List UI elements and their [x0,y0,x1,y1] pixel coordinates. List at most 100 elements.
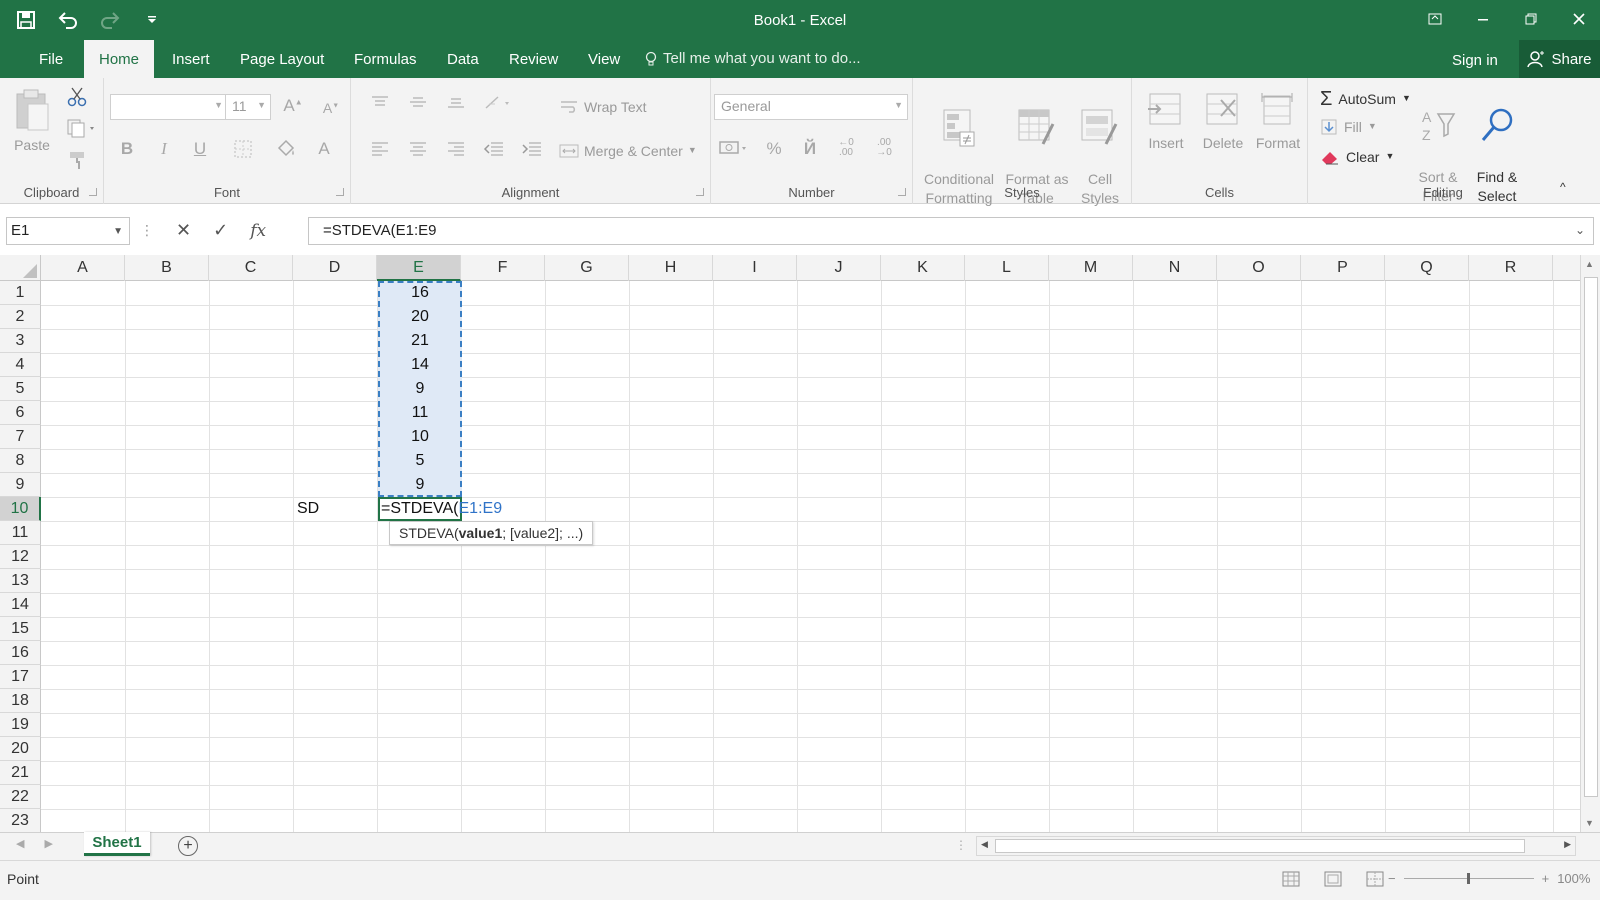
underline-button[interactable]: U [187,139,213,159]
confirm-entry-icon[interactable]: ✓ [213,220,228,241]
zoom-slider[interactable] [1403,873,1534,884]
zoom-out-icon[interactable]: − [1388,871,1396,886]
align-center-icon[interactable] [405,140,431,161]
borders-icon[interactable] [231,140,257,163]
zoom-in-icon[interactable]: + [1542,871,1550,886]
tab-view[interactable]: View [573,40,635,78]
cell-e5[interactable]: 9 [378,377,462,401]
row-header[interactable]: 23 [0,809,41,832]
font-launcher-icon[interactable] [336,188,344,196]
cell-e7[interactable]: 10 [378,425,462,449]
tab-formulas[interactable]: Formulas [339,40,432,78]
row-header[interactable]: 5 [0,377,41,401]
row-header[interactable]: 1 [0,281,41,305]
delete-cells-button[interactable]: Delete [1196,90,1250,152]
row-header[interactable]: 7 [0,425,41,449]
column-header-j[interactable]: J [797,255,881,281]
font-color-button[interactable]: A [311,139,337,159]
paste-button[interactable]: Paste [10,88,54,154]
scroll-down-icon[interactable]: ▼ [1585,818,1594,828]
insert-cells-button[interactable]: Insert [1140,90,1192,152]
worksheet-grid[interactable]: A B C D E F G H I J K L M N O P Q R 1 2 … [0,255,1600,832]
page-layout-view-icon[interactable] [1324,871,1342,887]
wrap-text-button[interactable]: Wrap Text [559,98,647,116]
clear-button[interactable]: Clear ▼ [1320,148,1394,166]
row-header[interactable]: 19 [0,713,41,737]
column-header-n[interactable]: N [1133,255,1217,281]
font-size-combo[interactable]: 11 ▼ [225,94,271,120]
decrease-decimal-icon[interactable]: .00 →0 [871,138,897,158]
column-header-p[interactable]: P [1301,255,1385,281]
row-header[interactable]: 8 [0,449,41,473]
align-top-icon[interactable] [367,94,393,115]
increase-decimal-icon[interactable]: ←0.00 [833,138,859,158]
row-header[interactable]: 13 [0,569,41,593]
column-header-i[interactable]: I [713,255,797,281]
scroll-right-icon[interactable]: ▶ [1564,839,1571,850]
sheet-tab-sheet1[interactable]: Sheet1 [84,832,150,856]
column-header-h[interactable]: H [629,255,713,281]
row-header[interactable]: 3 [0,329,41,353]
tab-split-handle-icon[interactable]: ⋮ [955,838,967,852]
column-header-a[interactable]: A [41,255,125,281]
tab-page-layout[interactable]: Page Layout [225,40,339,78]
tab-file[interactable]: File [24,40,78,78]
vertical-scroll-thumb[interactable] [1584,277,1598,797]
cell-e8[interactable]: 5 [378,449,462,473]
select-all-button[interactable] [0,255,41,281]
row-header[interactable]: 20 [0,737,41,761]
autosum-button[interactable]: Σ AutoSum ▼ [1320,86,1411,112]
horizontal-scrollbar[interactable]: ◀ ▶ [976,836,1576,856]
add-sheet-icon[interactable]: + [178,836,198,856]
cut-icon[interactable] [66,86,88,112]
bold-button[interactable]: B [114,139,140,159]
font-name-combo[interactable]: ▼ [110,94,228,120]
column-header-e[interactable]: E [377,255,461,281]
expand-formula-bar-icon[interactable]: ⌄ [1575,223,1585,237]
currency-icon[interactable] [719,138,746,163]
row-header[interactable]: 6 [0,401,41,425]
number-launcher-icon[interactable] [898,188,906,196]
row-header[interactable]: 12 [0,545,41,569]
fill-color-icon[interactable] [273,138,299,165]
increase-font-size-icon[interactable]: A▲ [280,96,306,116]
row-header[interactable]: 17 [0,665,41,689]
cell-e4[interactable]: 14 [378,353,462,377]
merge-center-button[interactable]: Merge & Center ▼ [559,142,697,160]
fill-button[interactable]: Fill ▼ [1320,118,1377,136]
zoom-level[interactable]: 100% [1557,871,1590,886]
row-header[interactable]: 15 [0,617,41,641]
column-header-m[interactable]: M [1049,255,1133,281]
sign-in-link[interactable]: Sign in [1452,52,1498,69]
cancel-entry-icon[interactable]: ✕ [176,220,191,241]
column-header-k[interactable]: K [881,255,965,281]
minimize-icon[interactable] [1472,8,1494,30]
cell-e10-editor[interactable]: =STDEVA(E1:E9 [381,497,521,521]
horizontal-scroll-thumb[interactable] [995,839,1525,853]
row-header[interactable]: 10 [0,497,41,521]
copy-icon[interactable] [66,118,98,142]
tab-review[interactable]: Review [494,40,573,78]
format-painter-icon[interactable] [68,150,88,174]
scroll-left-icon[interactable]: ◀ [981,839,988,850]
scroll-up-icon[interactable]: ▲ [1585,259,1594,269]
name-box[interactable]: E1 ▼ [6,217,130,245]
tab-home[interactable]: Home [84,40,155,78]
previous-sheet-icon[interactable]: ◀ [16,837,24,850]
row-header[interactable]: 18 [0,689,41,713]
restore-icon[interactable] [1520,8,1542,30]
align-right-icon[interactable] [443,140,469,161]
cell-e9[interactable]: 9 [378,473,462,497]
row-header[interactable]: 9 [0,473,41,497]
cell-e3[interactable]: 21 [378,329,462,353]
column-header-q[interactable]: Q [1385,255,1469,281]
tell-me-search[interactable]: Tell me what you want to do... [645,50,861,67]
ribbon-display-options-icon[interactable] [1424,8,1446,30]
row-header[interactable]: 2 [0,305,41,329]
cell-e2[interactable]: 20 [378,305,462,329]
orientation-icon[interactable] [483,94,509,117]
collapse-ribbon-icon[interactable]: ^ [1560,180,1566,196]
column-header-d[interactable]: D [293,255,377,281]
row-header[interactable]: 4 [0,353,41,377]
page-break-view-icon[interactable] [1366,871,1384,887]
